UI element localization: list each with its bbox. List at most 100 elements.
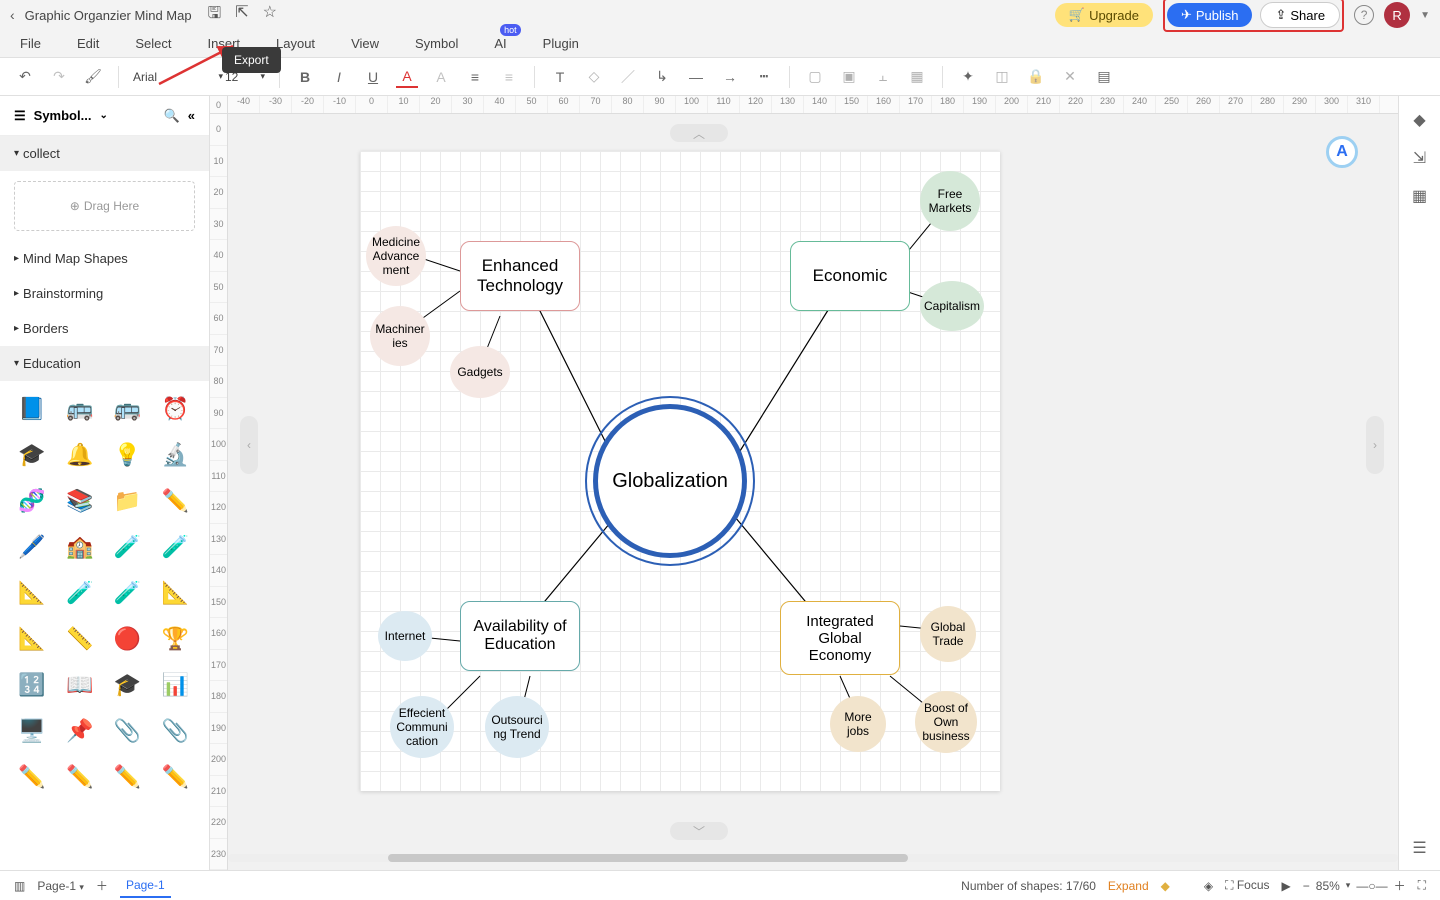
symbol-item[interactable]: 📐: [12, 573, 52, 613]
canvas-nav-up[interactable]: ︿: [670, 124, 728, 142]
symbol-item[interactable]: 📐: [155, 573, 195, 613]
zoom-out-icon[interactable]: −: [1303, 879, 1310, 893]
fullscreen-icon[interactable]: ⛶: [1418, 878, 1426, 893]
symbol-item[interactable]: ✏️: [155, 757, 195, 797]
fill-icon[interactable]: ◇: [583, 66, 605, 88]
symbol-item[interactable]: 🖊️: [12, 527, 52, 567]
menu-file[interactable]: File: [20, 36, 41, 51]
ungroup-icon[interactable]: ▣: [838, 66, 860, 88]
symbol-item[interactable]: 📎: [108, 711, 148, 751]
symbol-item[interactable]: ✏️: [60, 757, 100, 797]
line-spacing-icon[interactable]: ≡: [498, 66, 520, 88]
symbol-item[interactable]: 🚌: [60, 389, 100, 429]
symbol-item[interactable]: 📏: [60, 619, 100, 659]
play-icon[interactable]: ▶: [1282, 879, 1291, 893]
node-economic[interactable]: Economic: [790, 241, 910, 311]
canvas[interactable]: 0 -40-30-20-1001020304050607080901001101…: [210, 96, 1398, 870]
search-icon[interactable]: 🔍: [164, 108, 180, 124]
ai-badge[interactable]: A: [1326, 136, 1358, 168]
add-page-icon[interactable]: ＋: [96, 877, 108, 894]
symbol-item[interactable]: 📐: [12, 619, 52, 659]
distribute-icon[interactable]: ▦: [906, 66, 928, 88]
group-icon[interactable]: ▢: [804, 66, 826, 88]
dash-style-icon[interactable]: ┅: [753, 66, 775, 88]
symbol-item[interactable]: 🏆: [155, 619, 195, 659]
symbol-item[interactable]: 📎: [155, 711, 195, 751]
symbol-item[interactable]: 🔴: [108, 619, 148, 659]
menu-edit[interactable]: Edit: [77, 36, 99, 51]
layers-icon[interactable]: ◈: [1204, 879, 1213, 893]
symbol-item[interactable]: 📊: [155, 665, 195, 705]
node-global-economy[interactable]: Integrated Global Economy: [780, 601, 900, 675]
export-panel-icon[interactable]: ⇲: [1413, 148, 1426, 168]
export-icon[interactable]: ⇱: [235, 2, 248, 29]
leaf-boost-business[interactable]: Boost of Own business: [915, 691, 977, 753]
symbol-item[interactable]: 🧪: [60, 573, 100, 613]
lock-icon[interactable]: 🔒: [1025, 66, 1047, 88]
menu-layout[interactable]: Layout: [276, 36, 315, 51]
share-button[interactable]: ⇪ Share: [1260, 2, 1340, 28]
page-tab[interactable]: Page-1: [120, 874, 171, 898]
menu-ai[interactable]: AI: [494, 36, 506, 51]
symbol-item[interactable]: 🧬: [12, 481, 52, 521]
text-tool-icon[interactable]: T: [549, 66, 571, 88]
page[interactable]: Globalization Enhanced Technology Medici…: [360, 151, 1000, 791]
premium-icon[interactable]: ◆: [1161, 879, 1170, 893]
menu-select[interactable]: Select: [135, 36, 171, 51]
leaf-communication[interactable]: Effecient Communi cation: [390, 696, 454, 758]
drag-target[interactable]: ⊕Drag Here: [14, 181, 195, 231]
font-color-icon[interactable]: A: [396, 66, 418, 88]
highlight-icon[interactable]: A: [430, 66, 452, 88]
connector-icon[interactable]: ↳: [651, 66, 673, 88]
symbol-item[interactable]: 🧪: [108, 527, 148, 567]
avatar-menu-caret[interactable]: ▼: [1420, 10, 1430, 21]
arrow-style-icon[interactable]: →: [719, 66, 741, 88]
crop-icon[interactable]: ◫: [991, 66, 1013, 88]
symbol-item[interactable]: 💡: [108, 435, 148, 475]
avatar[interactable]: R: [1384, 2, 1410, 28]
bold-icon[interactable]: B: [294, 66, 316, 88]
section-brainstorming[interactable]: ▸Brainstorming: [0, 276, 209, 311]
section-borders[interactable]: ▸Borders: [0, 311, 209, 346]
leaf-global-trade[interactable]: Global Trade: [920, 606, 976, 662]
node-education[interactable]: Availability of Education: [460, 601, 580, 671]
leaf-capitalism[interactable]: Capitalism: [920, 281, 984, 331]
publish-button[interactable]: ✈ Publish: [1167, 3, 1253, 27]
grid-panel-icon[interactable]: ▦: [1412, 186, 1427, 206]
symbol-item[interactable]: 📌: [60, 711, 100, 751]
canvas-nav-left[interactable]: ‹: [240, 416, 258, 474]
font-name-select[interactable]: Arial▾: [133, 70, 223, 84]
collapse-sidebar-icon[interactable]: «: [188, 108, 195, 123]
symbol-item[interactable]: 🏫: [60, 527, 100, 567]
expand-link[interactable]: Expand: [1108, 879, 1149, 893]
horizontal-scrollbar[interactable]: [228, 854, 1398, 862]
symbol-item[interactable]: 🔔: [60, 435, 100, 475]
zoom-slider[interactable]: —○—: [1356, 879, 1387, 893]
symbol-item[interactable]: 🧪: [108, 573, 148, 613]
symbol-item[interactable]: 📚: [60, 481, 100, 521]
symbol-item[interactable]: 🔢: [12, 665, 52, 705]
page-selector[interactable]: Page-1 ▾: [37, 879, 84, 893]
help-icon[interactable]: ?: [1354, 5, 1374, 25]
dropdown-icon[interactable]: ⌄: [99, 110, 107, 121]
symbol-item[interactable]: 📁: [108, 481, 148, 521]
style-panel-icon[interactable]: ◆: [1413, 110, 1425, 130]
section-mindmap[interactable]: ▸Mind Map Shapes: [0, 241, 209, 276]
symbol-item[interactable]: 🎓: [12, 435, 52, 475]
zoom-in-icon[interactable]: ＋: [1394, 877, 1406, 894]
upgrade-button[interactable]: 🛒 Upgrade: [1055, 3, 1153, 27]
align-icon[interactable]: ≡: [464, 66, 486, 88]
symbol-item[interactable]: 🧪: [155, 527, 195, 567]
symbol-item[interactable]: 🎓: [108, 665, 148, 705]
symbol-item[interactable]: 🚌: [108, 389, 148, 429]
canvas-nav-down[interactable]: ﹀: [670, 822, 728, 840]
menu-plugin[interactable]: Plugin: [543, 36, 579, 51]
italic-icon[interactable]: I: [328, 66, 350, 88]
format-painter-icon[interactable]: 🖌: [82, 66, 104, 88]
focus-button[interactable]: ⛶ Focus: [1225, 878, 1269, 893]
zoom-level[interactable]: 85%: [1316, 879, 1340, 893]
center-node[interactable]: Globalization: [593, 404, 747, 558]
save-icon[interactable]: 🖫: [208, 2, 222, 29]
tools-icon[interactable]: ✕: [1059, 66, 1081, 88]
menu-view[interactable]: View: [351, 36, 379, 51]
